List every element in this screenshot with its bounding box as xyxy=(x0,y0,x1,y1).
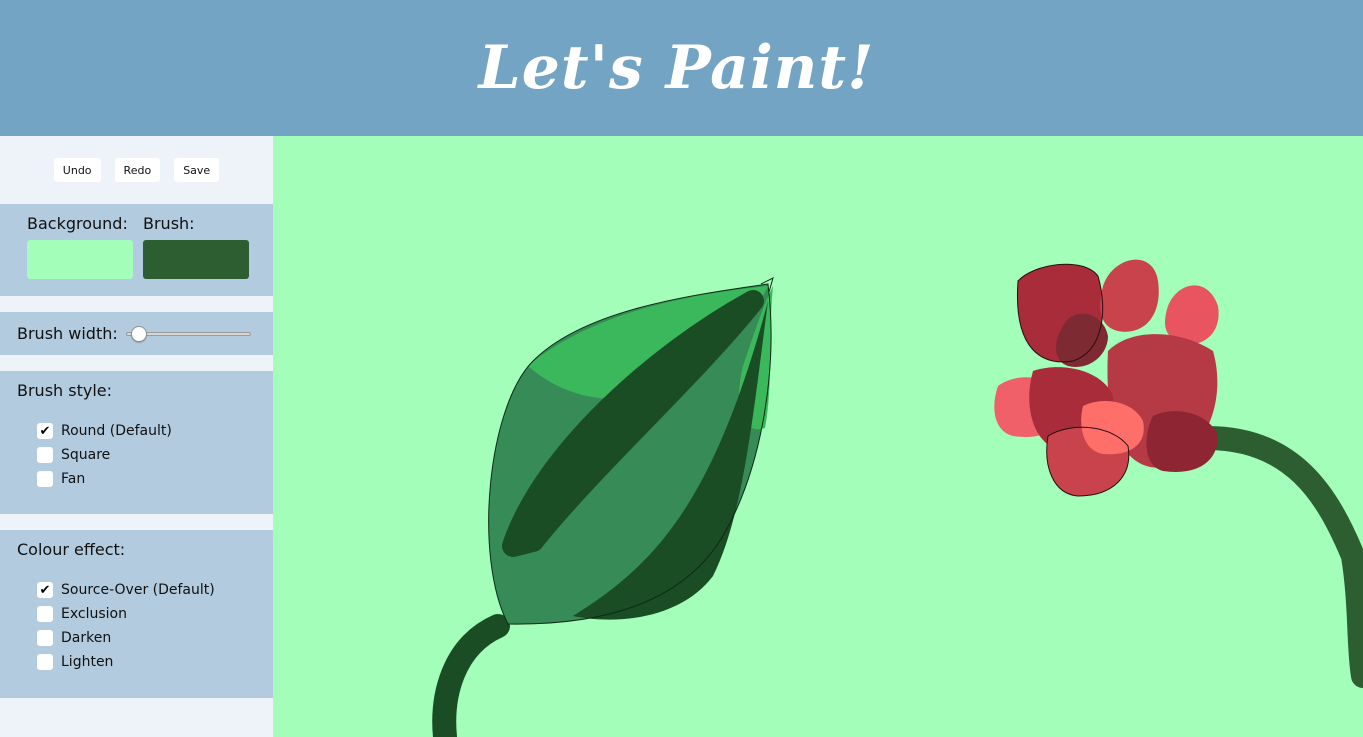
option-label: Darken xyxy=(61,630,112,646)
background-color-group: Background: xyxy=(27,214,133,279)
option-label: Round (Default) xyxy=(61,423,172,439)
flower-stem xyxy=(1191,425,1363,688)
brush-width-slider-thumb[interactable] xyxy=(131,325,148,342)
checkbox[interactable]: ✔ xyxy=(37,582,53,598)
option-label: Lighten xyxy=(61,654,114,670)
background-color-swatch[interactable] xyxy=(27,240,133,279)
option-label: Fan xyxy=(61,471,86,487)
colour-effect-panel: Colour effect: ✔ Source-Over (Default) E… xyxy=(0,530,273,698)
brush-style-options: ✔ Round (Default) Square Fan xyxy=(37,419,172,491)
checkbox[interactable] xyxy=(37,471,53,487)
app-header: Let's Paint! xyxy=(0,0,1363,136)
option-label: Exclusion xyxy=(61,606,127,622)
colour-effect-option-exclusion[interactable]: Exclusion xyxy=(37,602,215,626)
checkbox[interactable] xyxy=(37,630,53,646)
leaf-stem xyxy=(432,614,510,737)
colour-effect-option-darken[interactable]: Darken xyxy=(37,626,215,650)
brush-style-panel: Brush style: ✔ Round (Default) Square Fa… xyxy=(0,371,273,514)
brush-style-option-fan[interactable]: Fan xyxy=(37,467,172,491)
brush-color-group: Brush: xyxy=(143,214,249,279)
colour-effect-options: ✔ Source-Over (Default) Exclusion Darken… xyxy=(37,578,215,674)
option-label: Square xyxy=(61,447,111,463)
checkbox[interactable] xyxy=(37,606,53,622)
brush-color-swatch[interactable] xyxy=(143,240,249,279)
brush-width-slider[interactable] xyxy=(125,325,251,342)
flower-petal xyxy=(1165,285,1219,345)
canvas-drawing xyxy=(432,259,1363,737)
colour-effect-option-lighten[interactable]: Lighten xyxy=(37,650,215,674)
colour-effect-option-source-over[interactable]: ✔ Source-Over (Default) xyxy=(37,578,215,602)
redo-button[interactable]: Redo xyxy=(114,158,161,182)
color-panel: Background: Brush: xyxy=(0,204,273,296)
checkbox[interactable] xyxy=(37,447,53,463)
sidebar: Undo Redo Save Background: Brush: Brush … xyxy=(0,136,273,737)
app-title: Let's Paint! xyxy=(478,33,875,103)
toolbar: Undo Redo Save xyxy=(0,136,273,204)
save-button[interactable]: Save xyxy=(174,158,220,182)
undo-button[interactable]: Undo xyxy=(53,158,101,182)
brush-style-title: Brush style: xyxy=(17,381,113,400)
flower-petal xyxy=(1100,259,1159,332)
brush-style-option-square[interactable]: Square xyxy=(37,443,172,467)
checkbox[interactable]: ✔ xyxy=(37,423,53,439)
colour-effect-title: Colour effect: xyxy=(17,540,126,559)
flower xyxy=(994,259,1219,497)
background-color-label: Background: xyxy=(27,214,128,233)
brush-color-label: Brush: xyxy=(143,214,195,233)
checkbox[interactable] xyxy=(37,654,53,670)
brush-style-option-round[interactable]: ✔ Round (Default) xyxy=(37,419,172,443)
paint-canvas[interactable] xyxy=(273,136,1363,737)
brush-width-panel: Brush width: xyxy=(0,312,273,355)
brush-width-label: Brush width: xyxy=(17,324,118,343)
option-label: Source-Over (Default) xyxy=(61,582,215,598)
